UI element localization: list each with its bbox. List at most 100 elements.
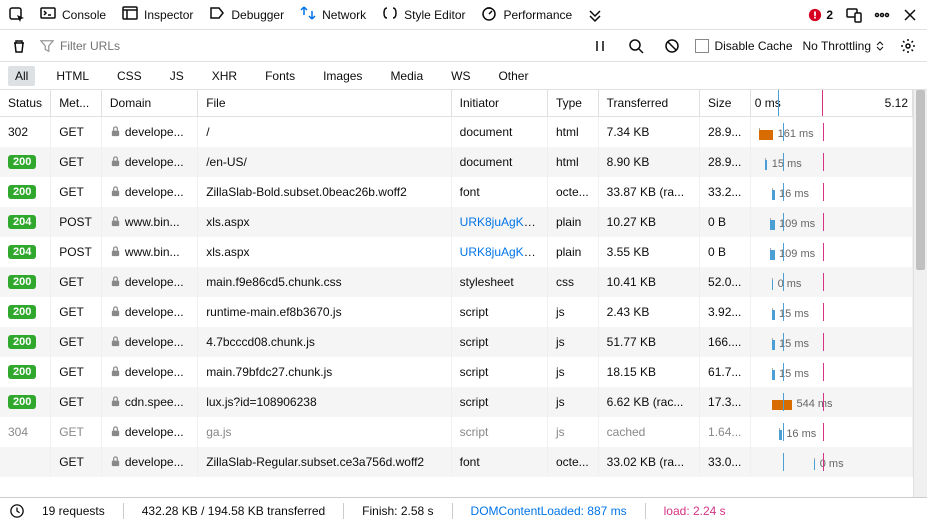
request-row[interactable]: 200GETdevelope...main.f9e86cd5.chunk.css… <box>0 267 913 297</box>
request-row[interactable]: 200GETdevelope...main.79bfdc27.chunk.jss… <box>0 357 913 387</box>
request-row[interactable]: 204POSTwww.bin...xls.aspxURK8juAgKq...pl… <box>0 207 913 237</box>
close-devtools-button[interactable] <box>897 2 923 28</box>
perf-analysis-icon[interactable] <box>10 504 24 518</box>
status-cell: 200 <box>0 387 51 417</box>
size-cell: 3.92... <box>700 297 751 327</box>
type-filter-media[interactable]: Media <box>383 66 430 86</box>
status-cell: 200 <box>0 327 51 357</box>
file-cell: ga.js <box>198 417 451 447</box>
method-cell: GET <box>51 327 102 357</box>
type-filter-xhr[interactable]: XHR <box>205 66 244 86</box>
tab-console[interactable]: Console <box>32 1 114 28</box>
waterfall-header[interactable]: 0 ms5.12 <box>750 90 912 117</box>
type-filter-images[interactable]: Images <box>316 66 369 86</box>
column-header[interactable]: Type <box>547 90 598 117</box>
request-row[interactable]: 200GETdevelope...ZillaSlab-Bold.subset.0… <box>0 177 913 207</box>
file-cell: runtime-main.ef8b3670.js <box>198 297 451 327</box>
request-row[interactable]: 304GETdevelope...ga.jsscriptjscached1.64… <box>0 417 913 447</box>
domain-cell: develope... <box>101 297 197 327</box>
waterfall-cell: 161 ms <box>750 117 912 147</box>
block-button[interactable] <box>659 33 685 59</box>
requests-table[interactable]: StatusMet...DomainFileInitiatorTypeTrans… <box>0 90 913 477</box>
waterfall-cell: 109 ms <box>750 237 912 267</box>
tab-style-editor[interactable]: Style Editor <box>374 1 473 28</box>
initiator-cell: script <box>451 297 547 327</box>
lock-icon <box>110 396 121 407</box>
file-cell: /en-US/ <box>198 147 451 177</box>
lock-icon <box>110 186 121 197</box>
vertical-scrollbar[interactable] <box>913 90 927 497</box>
status-cell: 200 <box>0 357 51 387</box>
method-cell: POST <box>51 207 102 237</box>
type-filter-js[interactable]: JS <box>163 66 191 86</box>
request-row[interactable]: 302GETdevelope.../documenthtml7.34 KB28.… <box>0 117 913 147</box>
status-cell: 200 <box>0 177 51 207</box>
initiator-cell: font <box>451 447 547 477</box>
settings-gear-button[interactable] <box>895 33 921 59</box>
load-time: load: 2.24 s <box>664 504 726 518</box>
column-header[interactable]: Size <box>700 90 751 117</box>
type-cell: js <box>547 417 598 447</box>
column-header[interactable]: Domain <box>101 90 197 117</box>
initiator-cell: script <box>451 327 547 357</box>
chevron-updown-icon <box>875 41 885 51</box>
type-cell: octe... <box>547 447 598 477</box>
scrollbar-thumb[interactable] <box>916 90 925 270</box>
filter-urls-input[interactable]: Filter URLs <box>40 39 460 53</box>
disable-cache-checkbox[interactable]: Disable Cache <box>695 39 792 53</box>
initiator-cell: script <box>451 417 547 447</box>
request-row[interactable]: 204POSTwww.bin...xls.aspxURK8juAgKq...pl… <box>0 237 913 267</box>
domain-cell: develope... <box>101 357 197 387</box>
meatball-menu-button[interactable] <box>869 2 895 28</box>
type-filter-other[interactable]: Other <box>491 66 535 86</box>
type-filter-all[interactable]: All <box>8 66 35 86</box>
transferred-cell: cached <box>598 417 699 447</box>
type-filter-css[interactable]: CSS <box>110 66 149 86</box>
status-cell: 200 <box>0 147 51 177</box>
column-header[interactable]: Met... <box>51 90 102 117</box>
clear-button[interactable] <box>6 33 32 59</box>
column-header[interactable]: Initiator <box>451 90 547 117</box>
transferred-cell: 10.27 KB <box>598 207 699 237</box>
throttling-select[interactable]: No Throttling <box>803 39 885 53</box>
pick-element-button[interactable] <box>4 2 30 28</box>
waterfall-cell: 0 ms <box>750 267 912 297</box>
tab-debugger[interactable]: Debugger <box>201 1 292 28</box>
tab-network[interactable]: Network <box>292 1 374 28</box>
type-cell: js <box>547 297 598 327</box>
transferred-cell: 51.77 KB <box>598 327 699 357</box>
overflow-tabs-button[interactable] <box>582 2 608 28</box>
type-cell: html <box>547 147 598 177</box>
error-count-badge[interactable]: 2 <box>802 8 839 22</box>
lock-icon <box>110 336 121 347</box>
request-row[interactable]: 200GETdevelope.../en-US/documenthtml8.90… <box>0 147 913 177</box>
column-header[interactable]: File <box>198 90 451 117</box>
tab-inspector[interactable]: Inspector <box>114 1 201 28</box>
tab-performance[interactable]: Performance <box>473 1 580 28</box>
type-cell: octe... <box>547 177 598 207</box>
column-header[interactable]: Transferred <box>598 90 699 117</box>
devtools-tabbar: ConsoleInspectorDebuggerNetworkStyle Edi… <box>0 0 927 30</box>
size-cell: 28.9... <box>700 147 751 177</box>
initiator-cell: script <box>451 387 547 417</box>
pause-button[interactable] <box>587 33 613 59</box>
initiator-cell: script <box>451 357 547 387</box>
waterfall-cell: 109 ms <box>750 207 912 237</box>
request-row[interactable]: 200GETdevelope...runtime-main.ef8b3670.j… <box>0 297 913 327</box>
status-cell <box>0 447 51 477</box>
type-filter-ws[interactable]: WS <box>444 66 477 86</box>
file-cell: lux.js?id=108906238 <box>198 387 451 417</box>
size-cell: 0 B <box>700 207 751 237</box>
responsive-design-button[interactable] <box>841 2 867 28</box>
type-filter-fonts[interactable]: Fonts <box>258 66 302 86</box>
initiator-cell: document <box>451 117 547 147</box>
request-row[interactable]: GETdevelope...ZillaSlab-Regular.subset.c… <box>0 447 913 477</box>
type-filter-html[interactable]: HTML <box>49 66 96 86</box>
request-row[interactable]: 200GETcdn.spee...lux.js?id=108906238scri… <box>0 387 913 417</box>
lock-icon <box>110 456 121 467</box>
search-button[interactable] <box>623 33 649 59</box>
request-row[interactable]: 200GETdevelope...4.7bcccd08.chunk.jsscri… <box>0 327 913 357</box>
column-header[interactable]: Status <box>0 90 51 117</box>
filter-placeholder: Filter URLs <box>60 39 120 53</box>
file-cell: ZillaSlab-Bold.subset.0beac26b.woff2 <box>198 177 451 207</box>
